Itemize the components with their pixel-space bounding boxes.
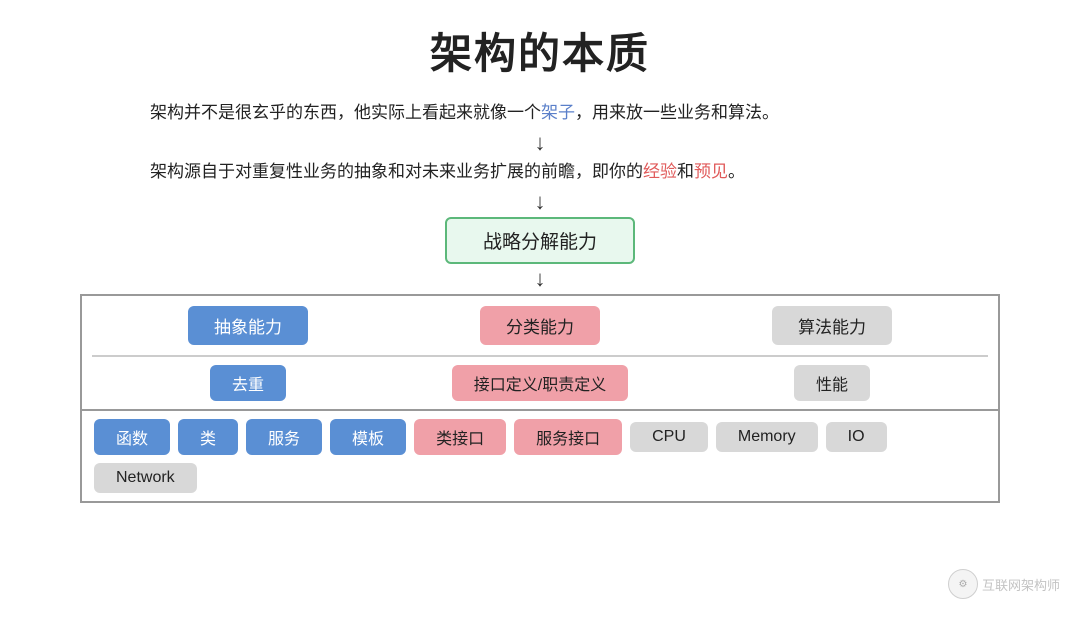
paragraph1-before: 架构并不是很玄乎的东西，他实际上看起来就像一个 — [150, 103, 541, 122]
skills-container: 抽象能力 分类能力 算法能力 去重 接口定义/职责定义 性能 函数 类 服务 — [80, 294, 1000, 503]
col2-row2: 接口定义/职责定义 — [394, 365, 686, 401]
skills-row2: 去重 接口定义/职责定义 性能 — [82, 357, 998, 409]
paragraph2-middle: 和 — [677, 162, 694, 181]
col2-row1: 分类能力 — [394, 306, 686, 345]
paragraph1-middle: ，用来放一些业务和算法。 — [575, 103, 779, 122]
paragraph1-highlight1: 架子 — [541, 103, 575, 122]
col1-row2: 去重 — [102, 365, 394, 401]
bottom-item-class: 类 — [178, 419, 238, 455]
bottom-item-network: Network — [94, 463, 197, 493]
paragraph2-before: 架构源自于对重复性业务的抽象和对未来业务扩展的前瞻，即你的 — [150, 162, 643, 181]
page-title: 架构的本质 — [430, 20, 650, 81]
dedup-item: 去重 — [210, 365, 286, 401]
bottom-item-template: 模板 — [330, 419, 406, 455]
performance-item: 性能 — [794, 365, 870, 401]
bottom-item-memory: Memory — [716, 422, 818, 452]
col3-row1: 算法能力 — [686, 306, 978, 345]
watermark-icon: ⚙ — [948, 569, 978, 599]
paragraph2-highlight1: 经验 — [643, 162, 677, 181]
page-container: 架构的本质 架构并不是很玄乎的东西，他实际上看起来就像一个架子，用来放一些业务和… — [0, 0, 1080, 637]
watermark: ⚙ 互联网架构师 — [948, 569, 1060, 599]
paragraph2: 架构源自于对重复性业务的抽象和对未来业务扩展的前瞻，即你的经验和预见。 — [150, 158, 930, 187]
bottom-item-class-interface: 类接口 — [414, 419, 506, 455]
bottom-bar: 函数 类 服务 模板 类接口 服务接口 CPU Memory IO Networ… — [82, 409, 998, 501]
abstract-ability: 抽象能力 — [188, 306, 308, 345]
skills-row1: 抽象能力 分类能力 算法能力 — [82, 296, 998, 355]
interface-item: 接口定义/职责定义 — [452, 365, 628, 401]
bottom-item-service-interface: 服务接口 — [514, 419, 622, 455]
arrow3: ↓ — [535, 264, 546, 294]
strategy-box: 战略分解能力 — [445, 217, 635, 264]
bottom-item-service: 服务 — [246, 419, 322, 455]
bottom-item-func: 函数 — [94, 419, 170, 455]
bottom-item-io: IO — [826, 422, 887, 452]
paragraph2-highlight2: 预见 — [694, 162, 728, 181]
strategy-box-wrapper: 战略分解能力 — [60, 217, 1020, 264]
arrow2: ↓ — [535, 187, 546, 217]
classify-ability: 分类能力 — [480, 306, 600, 345]
arrow1: ↓ — [535, 128, 546, 158]
algorithm-ability: 算法能力 — [772, 306, 892, 345]
paragraph1: 架构并不是很玄乎的东西，他实际上看起来就像一个架子，用来放一些业务和算法。 — [150, 99, 930, 128]
col3-row2: 性能 — [686, 365, 978, 401]
col1-row1: 抽象能力 — [102, 306, 394, 345]
paragraph2-after: 。 — [728, 162, 745, 181]
watermark-text: 互联网架构师 — [982, 575, 1060, 594]
bottom-item-cpu: CPU — [630, 422, 708, 452]
